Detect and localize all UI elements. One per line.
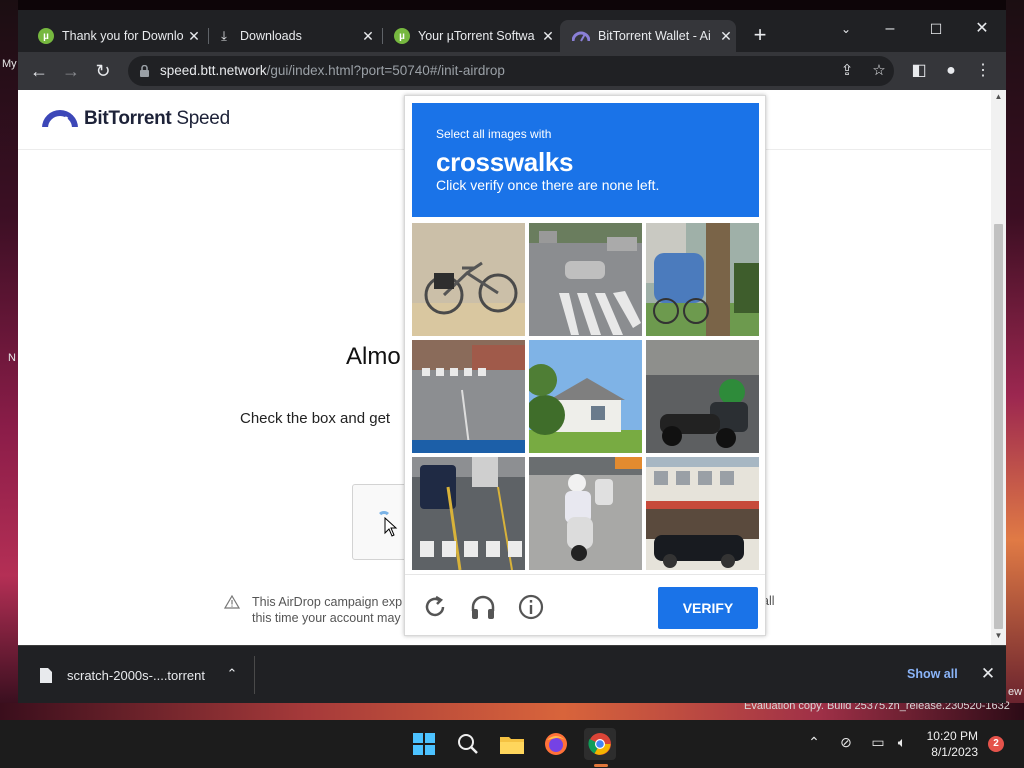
file-icon (40, 668, 52, 683)
browser-toolbar: ← → ↻ speed.btt.network/gui/index.html?p… (18, 52, 1006, 90)
verify-button[interactable]: VERIFY (658, 587, 758, 629)
tab-title: Downloads (240, 29, 302, 43)
refresh-challenge-icon[interactable] (421, 593, 449, 621)
active-app-indicator (594, 764, 608, 767)
captcha-tile-bicycle-tree[interactable] (646, 223, 759, 336)
captcha-tile-motorcycle-rider[interactable] (646, 340, 759, 453)
close-tab-icon[interactable]: ✕ (716, 28, 736, 45)
desktop-icon-label[interactable]: N (8, 352, 16, 364)
close-download-shelf-icon[interactable]: ✕ (976, 662, 1000, 686)
windows-taskbar: ⌃ ⊘ ▭ 🔈︎ 10:20 PM 8/1/2023 2 (0, 720, 1024, 768)
bookmark-star-icon[interactable]: ☆ (868, 60, 890, 82)
tab-strip: µ Thank you for Downlo ✕ ⤓ Downloads ✕ µ… (18, 10, 1006, 52)
desktop-icon-label[interactable]: ew (1008, 686, 1022, 698)
close-tab-icon[interactable]: ✕ (538, 28, 558, 45)
captcha-challenge-popup: Select all images with crosswalks Click … (404, 95, 766, 636)
taskbar-chrome[interactable] (584, 728, 616, 760)
reload-button[interactable]: ↻ (90, 58, 116, 84)
info-icon[interactable] (517, 593, 545, 621)
chrome-icon (588, 733, 611, 755)
desktop-icon-label[interactable]: My (2, 58, 17, 70)
instruction-text: Check the box and get (240, 410, 391, 427)
captcha-tile-house[interactable] (529, 340, 642, 453)
captcha-prompt-target: crosswalks (436, 147, 574, 177)
search-icon (458, 734, 478, 754)
tab-utorrent-software[interactable]: µ Your µTorrent Softwa ✕ (382, 20, 558, 52)
download-shelf: scratch-2000s-....torrent ⌃ Show all ✕ (18, 645, 1006, 703)
shelf-divider (254, 656, 255, 694)
captcha-tile-bicycle[interactable] (412, 223, 525, 336)
volume-icon[interactable]: 🔈︎ (892, 734, 912, 751)
address-bar[interactable]: speed.btt.network/gui/index.html?port=50… (128, 56, 894, 86)
warning-icon (224, 595, 240, 609)
firefox-icon (545, 733, 567, 755)
display-icon[interactable]: ▭ (868, 734, 888, 751)
minimize-button[interactable]: – (870, 16, 910, 42)
tab-thank-you[interactable]: µ Thank you for Downlo ✕ (26, 20, 204, 52)
close-tab-icon[interactable]: ✕ (184, 28, 204, 45)
new-tab-button[interactable]: + (746, 22, 774, 50)
side-panel-icon[interactable]: ◧ (906, 58, 932, 84)
bittorrent-speed-icon (572, 31, 590, 42)
show-all-downloads-link[interactable]: Show all (907, 667, 958, 681)
network-off-icon[interactable]: ⊘ (836, 734, 856, 751)
captcha-prompt-header: Select all images with crosswalks Click … (412, 103, 759, 217)
tab-search-icon[interactable]: ⌄ (826, 16, 866, 42)
close-tab-icon[interactable]: ✕ (358, 28, 378, 45)
taskbar-file-explorer[interactable] (496, 728, 528, 760)
scrollbar-thumb[interactable] (994, 224, 1003, 629)
taskbar-clock[interactable]: 10:20 PM 8/1/2023 (918, 728, 978, 760)
mouse-cursor-icon (384, 517, 398, 537)
bittorrent-speed-logo-icon (42, 110, 78, 130)
tab-bittorrent-wallet[interactable]: BitTorrent Wallet - Ai ✕ (560, 20, 736, 52)
logo-text: BitTorrent Speed (84, 108, 230, 129)
desktop-wallpaper-right (1006, 0, 1024, 720)
windows-logo-icon (413, 733, 435, 755)
forward-button[interactable]: → (58, 58, 84, 84)
captcha-tile-crosswalk-street[interactable] (412, 340, 525, 453)
utorrent-icon: µ (394, 28, 410, 44)
download-icon: ⤓ (221, 28, 227, 43)
tab-downloads[interactable]: ⤓ Downloads ✕ (204, 20, 378, 52)
tab-title: Thank you for Downlo (62, 29, 184, 43)
clock-time: 10:20 PM (926, 729, 978, 743)
clock-date: 8/1/2023 (931, 745, 978, 759)
captcha-footer: VERIFY (405, 574, 765, 636)
taskbar-search-button[interactable] (452, 728, 484, 760)
back-button[interactable]: ← (26, 58, 52, 84)
scroll-down-arrow-icon[interactable]: ▼ (991, 631, 1006, 643)
tab-title: BitTorrent Wallet - Ai (598, 29, 711, 43)
folder-icon (500, 737, 524, 754)
maximize-button[interactable]: ☐ (916, 16, 956, 42)
page-scrollbar[interactable]: ▲ ▼ (991, 90, 1006, 645)
profile-icon[interactable]: ● (938, 58, 964, 84)
page-heading: Almo (346, 343, 401, 370)
menu-kebab-icon[interactable]: ⋮ (970, 58, 996, 84)
utorrent-icon: µ (38, 28, 54, 44)
captcha-image-grid (412, 223, 759, 570)
lock-icon[interactable] (140, 65, 149, 77)
taskbar-firefox[interactable] (540, 728, 572, 760)
notification-badge[interactable]: 2 (988, 736, 1004, 752)
start-button[interactable] (408, 728, 440, 760)
share-icon[interactable]: ⇪ (836, 60, 858, 82)
tab-title: Your µTorrent Softwa (418, 29, 535, 43)
download-file-name[interactable]: scratch-2000s-....torrent (67, 668, 205, 683)
captcha-tile-crosswalk-cars[interactable] (412, 457, 525, 570)
url-text: speed.btt.network/gui/index.html?port=50… (160, 63, 505, 78)
captcha-checkbox[interactable] (352, 484, 412, 560)
captcha-tile-crosswalk[interactable] (529, 223, 642, 336)
captcha-tile-scooter[interactable] (529, 457, 642, 570)
audio-challenge-headphones-icon[interactable] (469, 593, 497, 621)
download-options-chevron-icon[interactable]: ⌃ (222, 664, 242, 684)
scroll-up-arrow-icon[interactable]: ▲ (991, 92, 1006, 104)
close-window-button[interactable]: ✕ (962, 16, 1002, 42)
captcha-tile-storefront-cars[interactable] (646, 457, 759, 570)
captcha-prompt-small: Select all images with (436, 127, 552, 141)
show-hidden-icons-chevron-icon[interactable]: ⌃ (804, 734, 824, 751)
captcha-prompt-sub: Click verify once there are none left. (436, 177, 660, 193)
bittorrent-speed-logo[interactable]: BitTorrent Speed (42, 108, 230, 130)
